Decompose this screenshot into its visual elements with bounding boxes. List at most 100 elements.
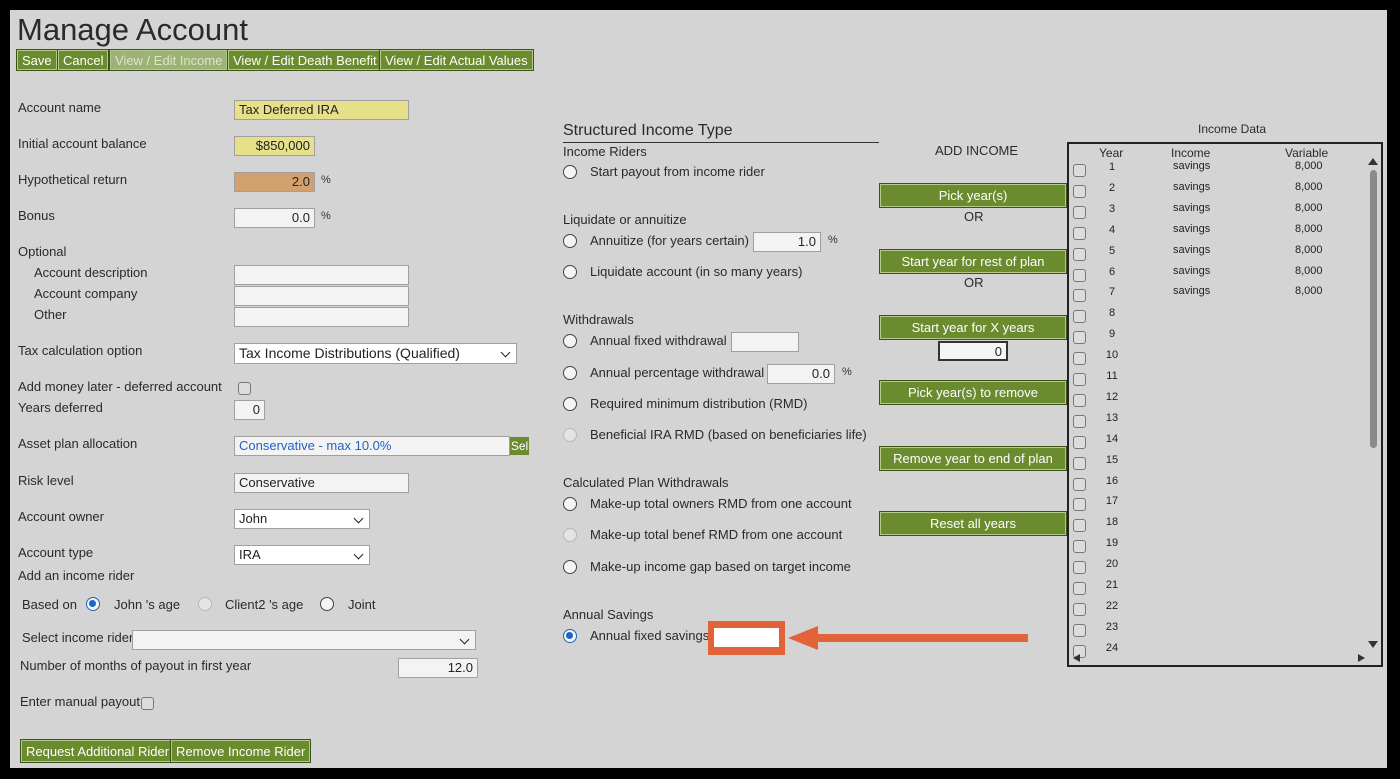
table-row[interactable]: 23 (1069, 620, 1369, 641)
account-company-input[interactable] (234, 286, 409, 306)
row-checkbox[interactable] (1073, 477, 1086, 491)
annual-fixed-withdrawal-radio[interactable] (563, 334, 577, 348)
based-on-john-radio[interactable] (86, 597, 100, 611)
table-row[interactable]: 4 savings 8,000 (1069, 223, 1369, 244)
table-row[interactable]: 12 (1069, 390, 1369, 411)
rmd-radio[interactable] (563, 397, 577, 411)
account-owner-select[interactable]: John (234, 509, 370, 529)
row-checkbox[interactable] (1073, 456, 1086, 470)
remove-year-end-of-plan-button[interactable]: Remove year to end of plan (879, 446, 1067, 471)
table-row[interactable]: 20 (1069, 557, 1369, 578)
table-row[interactable]: 15 (1069, 453, 1369, 474)
income-data-table[interactable]: Year Income Variable 1 savings 8,000 2 savin… (1067, 142, 1383, 667)
risk-level-input[interactable]: Conservative (234, 473, 409, 493)
row-checkbox[interactable] (1073, 623, 1086, 637)
row-checkbox[interactable] (1073, 331, 1086, 345)
table-row[interactable]: 22 (1069, 599, 1369, 620)
start-year-x-years-button[interactable]: Start year for X years (879, 315, 1067, 340)
row-checkbox[interactable] (1073, 435, 1086, 449)
bonus-input[interactable]: 0.0 (234, 208, 315, 228)
table-row[interactable]: 7 savings 8,000 (1069, 285, 1369, 306)
scroll-thumb[interactable] (1370, 170, 1377, 448)
row-checkbox[interactable] (1073, 519, 1086, 533)
scroll-left-icon[interactable] (1073, 654, 1080, 662)
row-checkbox[interactable] (1073, 373, 1086, 386)
annual-percentage-withdrawal-input[interactable]: 0.0 (767, 364, 835, 384)
table-row[interactable]: 10 (1069, 348, 1369, 369)
asset-plan-select-button[interactable]: Sel (510, 437, 529, 455)
annual-fixed-savings-input[interactable] (714, 628, 779, 647)
manual-payout-checkbox[interactable] (141, 697, 154, 710)
scroll-up-icon[interactable] (1368, 158, 1378, 165)
table-row[interactable]: 16 (1069, 474, 1369, 495)
row-checkbox[interactable] (1073, 393, 1086, 407)
vertical-scrollbar[interactable] (1367, 158, 1379, 648)
liquidate-radio[interactable] (563, 265, 577, 279)
start-payout-radio[interactable] (563, 165, 577, 179)
table-row[interactable]: 5 savings 8,000 (1069, 244, 1369, 265)
table-row[interactable]: 13 (1069, 411, 1369, 432)
table-row[interactable]: 14 (1069, 432, 1369, 453)
row-checkbox[interactable] (1073, 414, 1086, 428)
row-checkbox[interactable] (1073, 582, 1086, 595)
annual-fixed-withdrawal-input[interactable] (731, 332, 799, 352)
annual-percentage-withdrawal-radio[interactable] (563, 366, 577, 380)
row-checkbox[interactable] (1073, 268, 1086, 282)
pick-years-remove-button[interactable]: Pick year(s) to remove (879, 380, 1067, 405)
table-row[interactable]: 18 (1069, 515, 1369, 536)
makeup-owners-rmd-radio[interactable] (563, 497, 577, 511)
annual-fixed-savings-radio[interactable] (563, 629, 577, 643)
add-money-later-checkbox[interactable] (238, 382, 251, 395)
table-row[interactable]: 19 (1069, 536, 1369, 557)
hypothetical-return-input[interactable]: 2.0 (234, 172, 315, 192)
row-checkbox[interactable] (1073, 184, 1086, 198)
reset-all-years-button[interactable]: Reset all years (879, 511, 1067, 536)
table-row[interactable]: 3 savings 8,000 (1069, 202, 1369, 223)
annuitize-years-input[interactable]: 1.0 (753, 232, 821, 252)
account-description-input[interactable] (234, 265, 409, 285)
x-years-input[interactable]: 0 (938, 341, 1008, 361)
table-row[interactable]: 11 (1069, 369, 1369, 390)
table-row[interactable]: 9 (1069, 327, 1369, 348)
other-input[interactable] (234, 307, 409, 327)
view-edit-death-benefit-button[interactable]: View / Edit Death Benefit (227, 49, 383, 71)
makeup-income-gap-radio[interactable] (563, 560, 577, 574)
row-checkbox[interactable] (1073, 205, 1086, 219)
table-row[interactable]: 6 savings 8,000 (1069, 265, 1369, 286)
table-row[interactable]: 1 savings 8,000 (1069, 160, 1369, 181)
row-checkbox[interactable] (1073, 247, 1086, 261)
request-additional-rider-button[interactable]: Request Additional Rider (20, 739, 176, 763)
table-row[interactable]: 8 (1069, 306, 1369, 327)
table-row[interactable]: 17 (1069, 494, 1369, 515)
scroll-right-icon[interactable] (1358, 654, 1365, 662)
account-name-input[interactable]: Tax Deferred IRA (234, 100, 409, 120)
table-row[interactable]: 21 (1069, 578, 1369, 599)
initial-balance-input[interactable]: $850,000 (234, 136, 315, 156)
table-row[interactable]: 2 savings 8,000 (1069, 181, 1369, 202)
cancel-button[interactable]: Cancel (57, 49, 110, 71)
row-checkbox[interactable] (1073, 602, 1086, 616)
annuitize-radio[interactable] (563, 234, 577, 248)
asset-plan-input[interactable]: Conservative - max 10.0% (234, 436, 510, 456)
row-checkbox[interactable] (1073, 226, 1086, 240)
account-type-select[interactable]: IRA (234, 545, 370, 565)
row-checkbox[interactable] (1073, 540, 1086, 554)
months-payout-input[interactable]: 12.0 (398, 658, 478, 678)
income-rider-select[interactable] (132, 630, 476, 650)
row-checkbox[interactable] (1073, 164, 1086, 177)
view-edit-actual-values-button[interactable]: View / Edit Actual Values (379, 49, 534, 71)
row-checkbox[interactable] (1073, 289, 1086, 303)
based-on-joint-radio[interactable] (320, 597, 334, 611)
horizontal-scrollbar[interactable] (1071, 653, 1367, 663)
row-checkbox[interactable] (1073, 310, 1086, 324)
pick-years-button[interactable]: Pick year(s) (879, 183, 1067, 208)
row-checkbox[interactable] (1073, 561, 1086, 575)
scroll-down-icon[interactable] (1368, 641, 1378, 648)
tax-calc-select[interactable]: Tax Income Distributions (Qualified) (234, 343, 517, 364)
remove-income-rider-button[interactable]: Remove Income Rider (170, 739, 312, 763)
save-button[interactable]: Save (16, 49, 58, 71)
start-year-rest-of-plan-button[interactable]: Start year for rest of plan (879, 249, 1067, 274)
row-checkbox[interactable] (1073, 498, 1086, 512)
years-deferred-input[interactable]: 0 (234, 400, 265, 420)
row-checkbox[interactable] (1073, 352, 1086, 366)
